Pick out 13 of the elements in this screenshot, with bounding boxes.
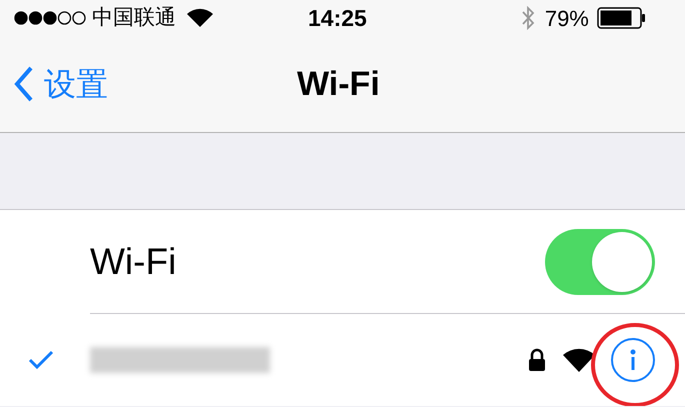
wifi-label: Wi-Fi bbox=[90, 240, 178, 284]
battery-percent: 79% bbox=[544, 4, 589, 32]
info-button[interactable] bbox=[611, 338, 655, 382]
signal-icon bbox=[14, 11, 86, 25]
info-icon bbox=[629, 349, 637, 371]
page-title: Wi-Fi bbox=[297, 64, 380, 104]
status-time: 14:25 bbox=[308, 4, 367, 33]
battery-icon bbox=[596, 7, 647, 29]
chevron-left-icon bbox=[14, 66, 34, 102]
carrier-name: 中国联通 bbox=[92, 5, 176, 32]
back-button[interactable]: 设置 bbox=[14, 60, 108, 108]
wifi-signal-icon bbox=[186, 8, 214, 28]
bluetooth-icon bbox=[520, 6, 535, 30]
